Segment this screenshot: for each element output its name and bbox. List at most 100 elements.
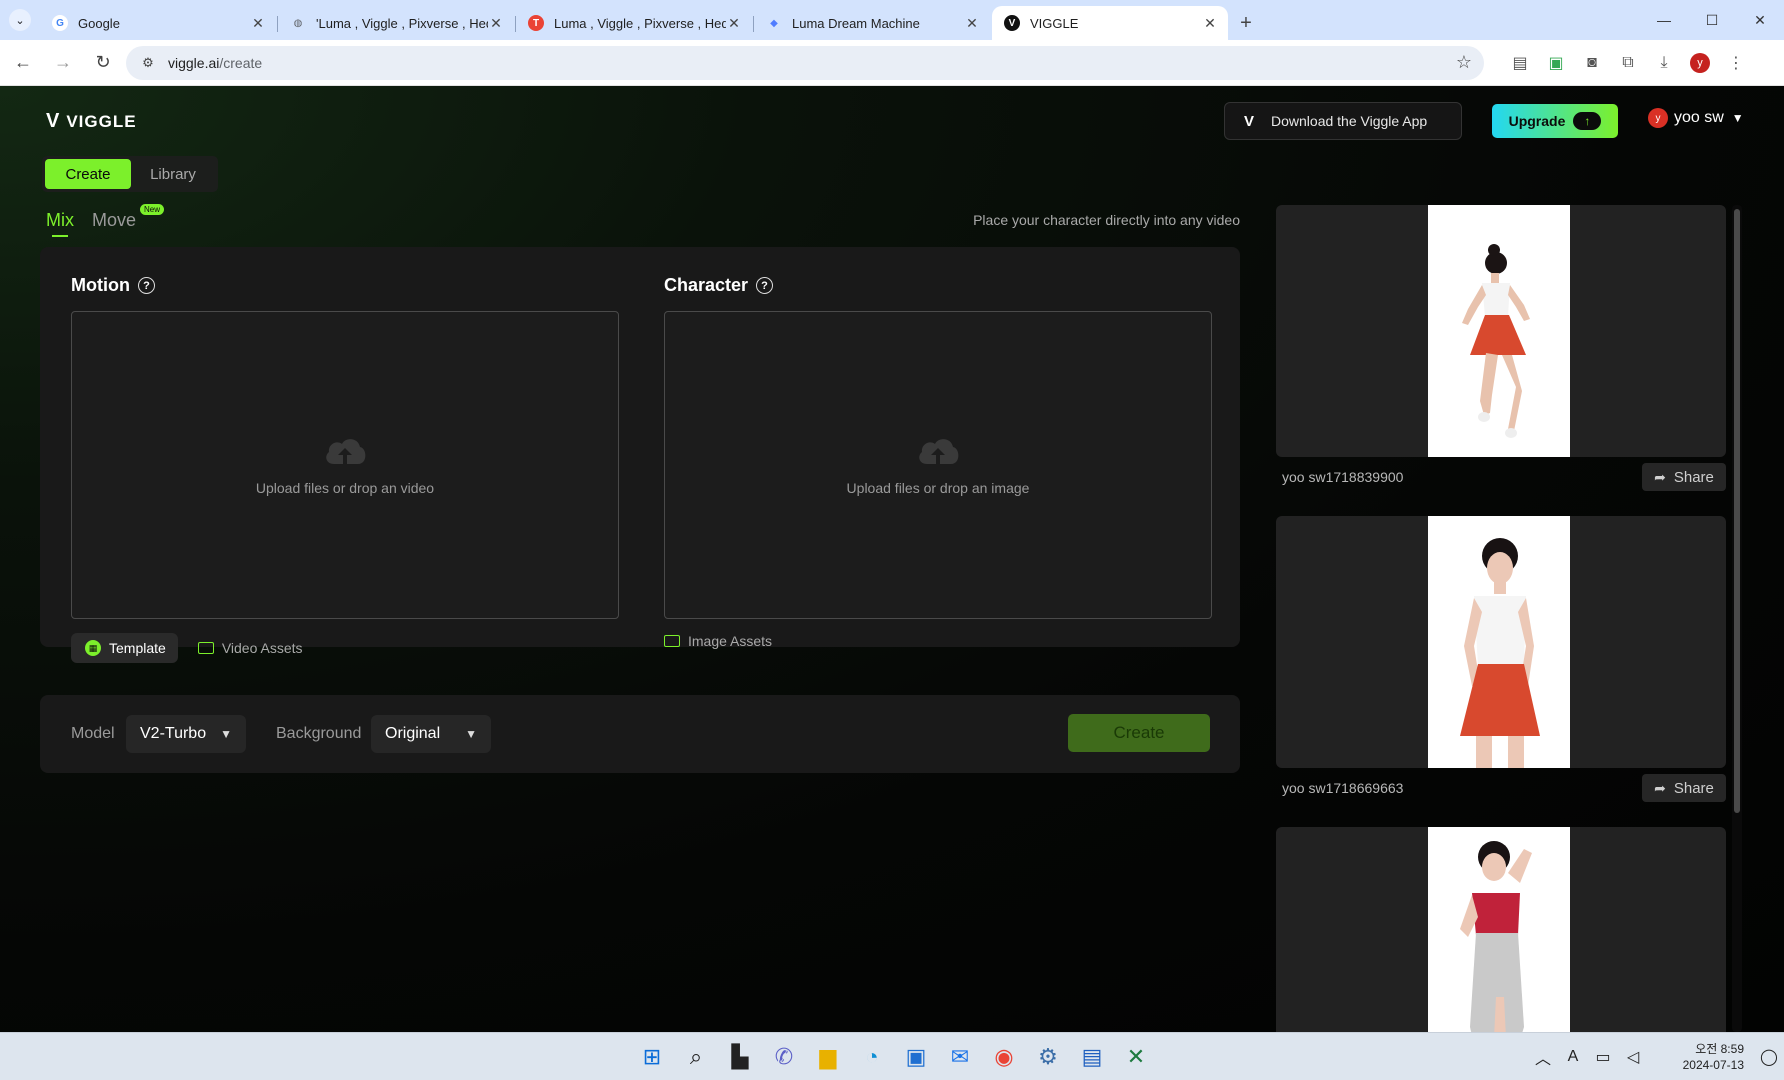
creation-owner: yoo sw1718839900 [1282, 469, 1404, 485]
feed-item-meta: yoo sw1718669663 ➦ Share [1276, 768, 1726, 808]
scrollbar-thumb[interactable] [1734, 209, 1740, 813]
windows-start-icon[interactable]: ⊞ [630, 1039, 674, 1075]
tab-luma-article-2[interactable]: T Luma , Viggle , Pixverse , Hedr ✕ [516, 6, 754, 40]
extension-green-icon[interactable]: ▣ [1538, 46, 1574, 80]
character-heading: Character ? [664, 275, 774, 296]
close-icon[interactable]: ✕ [964, 15, 980, 32]
tab-title: Luma , Viggle , Pixverse , Hedr [554, 15, 726, 31]
minimize-icon[interactable]: — [1640, 0, 1688, 40]
more-menu-icon[interactable]: ⋮ [1718, 46, 1754, 80]
teams-icon[interactable]: ✆ [762, 1039, 806, 1075]
google-favicon-icon: G [52, 15, 68, 31]
motion-dropzone[interactable]: Upload files or drop an video [71, 311, 619, 619]
close-icon[interactable]: ✕ [488, 15, 504, 32]
dancer-figure-illustration [1462, 244, 1530, 438]
tab-title: Luma Dream Machine [792, 15, 920, 31]
viggle-app: V VIGGLE V Download the Viggle App Upgra… [0, 86, 1784, 1032]
back-arrow-icon[interactable]: ← [6, 46, 40, 80]
tistory-favicon-icon: T [528, 15, 544, 31]
upgrade-button[interactable]: Upgrade ↑ [1492, 104, 1618, 138]
address-bar[interactable]: ⚙ viggle.ai/create ☆ [126, 45, 1484, 80]
media-icon[interactable]: ▤ [1502, 46, 1538, 80]
tab-viggle[interactable]: V VIGGLE ✕ [992, 6, 1228, 40]
globe-icon: ◍ [293, 17, 303, 29]
bookmark-star-icon[interactable]: ☆ [1456, 52, 1472, 73]
video-thumbnail[interactable] [1276, 205, 1726, 457]
close-icon[interactable]: ✕ [726, 15, 742, 32]
reload-icon[interactable]: ↻ [86, 46, 120, 80]
chevron-down-icon: ▼ [1731, 111, 1744, 125]
tab-move[interactable]: Move New [92, 204, 165, 231]
ime-indicator[interactable]: A [1558, 1048, 1588, 1066]
user-menu[interactable]: y yoo sw ▼ [1648, 108, 1744, 128]
download-app-button[interactable]: V Download the Viggle App [1224, 102, 1462, 140]
store-icon[interactable]: ▣ [894, 1039, 938, 1075]
background-select[interactable]: Original ▼ [371, 715, 491, 753]
word-icon[interactable]: ▤ [1070, 1039, 1114, 1075]
image-assets-button[interactable]: Image Assets [664, 633, 772, 649]
video-thumbnail[interactable] [1276, 516, 1726, 768]
chrome-icon[interactable]: ◉ [982, 1039, 1026, 1075]
character-asset-actions: Image Assets [664, 633, 772, 649]
template-button[interactable]: ▦ Template [71, 633, 178, 663]
tab-mix[interactable]: Mix [46, 210, 74, 237]
character-dropzone[interactable]: Upload files or drop an image [664, 311, 1212, 619]
model-select[interactable]: V2-Turbo ▼ [126, 715, 246, 753]
site-settings-icon[interactable]: ⚙ [138, 53, 158, 73]
help-icon[interactable]: ? [756, 277, 774, 294]
video-thumbnail[interactable] [1276, 827, 1726, 1032]
mail-icon[interactable]: ✉ [938, 1039, 982, 1075]
create-button[interactable]: Create [1068, 714, 1210, 752]
standing-figure-illustration [1460, 538, 1540, 768]
share-button[interactable]: ➦ Share [1642, 463, 1726, 491]
video-assets-button[interactable]: Video Assets [197, 640, 303, 656]
edge-icon[interactable]: ◔ [850, 1039, 894, 1075]
tab-google[interactable]: G Google ✕ [40, 6, 278, 40]
posing-figure-illustration [1460, 841, 1532, 1032]
dropzone-hint: Upload files or drop an video [255, 480, 435, 496]
close-icon[interactable]: ✕ [250, 15, 266, 32]
feed-scrollbar[interactable] [1732, 205, 1742, 1032]
help-icon[interactable]: ? [137, 277, 155, 294]
task-view-icon[interactable]: ▙ [718, 1039, 762, 1075]
viggle-logo[interactable]: V VIGGLE [46, 110, 137, 133]
create-library-toggle: Create Library [42, 156, 218, 192]
camera-icon[interactable]: ◙ [1574, 46, 1610, 80]
tab-luma-dream-machine[interactable]: ◆ Luma Dream Machine ✕ [754, 6, 990, 40]
close-window-icon[interactable]: ✕ [1736, 0, 1784, 40]
tab-luma-article-1[interactable]: ◍ 'Luma , Viggle , Pixverse , Hedr ✕ [278, 6, 516, 40]
dropzone-hint: Upload files or drop an image [846, 480, 1030, 496]
new-tab-button[interactable]: + [1230, 6, 1262, 40]
speaker-icon[interactable]: ◁ [1618, 1047, 1648, 1067]
network-icon[interactable]: ▭ [1588, 1047, 1618, 1067]
download-icon[interactable]: ⤓ [1646, 46, 1682, 80]
share-icon: ➦ [1654, 468, 1666, 485]
tab-library[interactable]: Library [131, 159, 215, 189]
feed-item-meta: yoo sw1718839900 ➦ Share [1276, 457, 1726, 497]
windows-taskbar: ⊞ ⌕ ▙ ✆ ▆ ◔ ▣ ✉ ◉ ⚙ ▤ ✕ ︿ A ▭ ◁ 오전 8:59 … [0, 1032, 1784, 1080]
character-photo [1428, 205, 1570, 457]
motion-heading: Motion ? [71, 275, 155, 296]
share-button[interactable]: ➦ Share [1642, 774, 1726, 802]
window-controls: — ☐ ✕ [1640, 0, 1784, 40]
close-icon[interactable]: ✕ [1202, 15, 1218, 32]
puzzle-icon[interactable]: ⧉ [1610, 46, 1646, 80]
forward-arrow-icon[interactable]: → [46, 46, 80, 80]
character-photo [1428, 827, 1570, 1032]
character-photo [1428, 516, 1570, 768]
url-text: viggle.ai/create [168, 54, 263, 71]
excel-icon[interactable]: ✕ [1114, 1039, 1158, 1075]
maximize-icon[interactable]: ☐ [1688, 0, 1736, 40]
viggle-favicon-icon: V [1004, 15, 1020, 31]
tab-search-button[interactable]: ⌄ [0, 0, 40, 40]
tab-create[interactable]: Create [45, 159, 131, 189]
search-icon[interactable]: ⌕ [674, 1039, 718, 1075]
profile-button[interactable]: y [1682, 46, 1718, 80]
system-clock[interactable]: 오전 8:59 2024-07-13 [1648, 1041, 1744, 1073]
chevron-up-icon[interactable]: ︿ [1528, 1045, 1558, 1069]
settings-app-icon[interactable]: ⚙ [1026, 1039, 1070, 1075]
file-explorer-icon[interactable]: ▆ [806, 1039, 850, 1075]
cloud-upload-icon [326, 439, 366, 464]
notification-icon[interactable]: ◯ [1754, 1047, 1784, 1067]
template-icon: ▦ [85, 640, 101, 656]
